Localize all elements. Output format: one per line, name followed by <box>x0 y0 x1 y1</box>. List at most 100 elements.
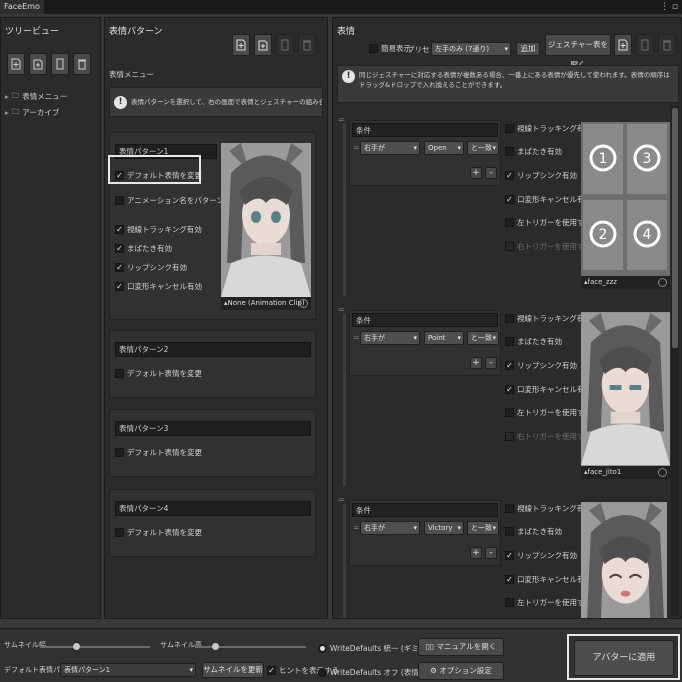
checkbox[interactable] <box>115 196 124 205</box>
radio-icon[interactable] <box>318 668 327 677</box>
add-pattern-folder-button[interactable] <box>254 34 272 56</box>
delete-expression-button[interactable] <box>658 34 676 56</box>
window-tab[interactable]: FaceEmo <box>0 0 44 14</box>
thumb-height-slider[interactable] <box>196 643 306 650</box>
checkbox[interactable] <box>115 369 124 378</box>
add-condition-button[interactable]: + <box>470 357 482 369</box>
pattern-card-3[interactable]: 表情パターン3 デフォルト表情を変更 <box>109 409 316 477</box>
checkbox[interactable]: ✓ <box>115 263 124 272</box>
row-option-blink[interactable]: まばたき有効 <box>505 336 562 347</box>
delete-pattern-button[interactable] <box>298 34 316 56</box>
pattern-card-4[interactable]: 表情パターン4 デフォルト表情を変更 <box>109 489 316 557</box>
checkbox[interactable]: ✓ <box>505 171 514 180</box>
update-thumbnail-button[interactable]: サムネイルを更新 <box>202 662 264 678</box>
hand-dropdown[interactable]: 右手が <box>360 521 420 535</box>
pattern-option-gaze[interactable]: ✓ 視線トラッキング有効 <box>115 224 202 235</box>
row-option-blink[interactable]: まばたき有効 <box>505 526 562 537</box>
row-option-mouth[interactable]: ✓ 口変形キャンセル有効 <box>505 194 592 205</box>
checkbox[interactable] <box>505 314 514 323</box>
checkbox[interactable] <box>505 337 514 346</box>
drag-handle-icon[interactable]: = <box>338 305 345 314</box>
default-expression-thumbnail[interactable]: ▴None (Animation Clip) <box>221 143 311 310</box>
checkbox[interactable] <box>505 408 514 417</box>
checkbox[interactable]: ✓ <box>505 385 514 394</box>
checkbox[interactable]: ✓ <box>505 195 514 204</box>
add-condition-button[interactable]: + <box>470 547 482 559</box>
default-expression-checkbox[interactable]: デフォルト表情を変更 <box>115 447 202 458</box>
open-manual-button[interactable]: ▯▯ マニュアルを開く <box>418 638 504 656</box>
row-option-gaze[interactable]: 視線トラッキング有効 <box>505 503 592 514</box>
checkbox[interactable]: ✓ <box>267 666 276 675</box>
drag-handle-icon[interactable]: = <box>338 115 345 124</box>
pattern-name-field[interactable]: 表情パターン4 <box>115 501 311 516</box>
row-option-left-trigger[interactable]: 左トリガーを使用する <box>505 217 592 228</box>
checkbox[interactable] <box>505 598 514 607</box>
pattern-card-2[interactable]: 表情パターン2 デフォルト表情を変更 <box>109 330 316 398</box>
checkbox[interactable]: ✓ <box>505 551 514 560</box>
simple-view-checkbox[interactable]: 簡易表示 <box>369 43 411 54</box>
default-pattern-dropdown[interactable]: 表情パターン1 <box>60 663 196 677</box>
checkbox[interactable] <box>505 504 514 513</box>
checkbox[interactable] <box>505 432 514 441</box>
pattern-name-field[interactable]: 表情パターン2 <box>115 342 311 357</box>
pattern-option-blink[interactable]: ✓ まばたき有効 <box>115 243 172 254</box>
add-menu-button[interactable] <box>7 53 25 75</box>
gesture-dropdown[interactable]: Point <box>424 331 464 345</box>
options-button[interactable]: ⚙ オプション設定 <box>418 662 504 680</box>
row-option-mouth[interactable]: ✓ 口変形キャンセル有効 <box>505 384 592 395</box>
row-option-lipsync[interactable]: ✓ リップシンク有効 <box>505 550 577 561</box>
checkbox[interactable]: ✓ <box>115 282 124 291</box>
relation-dropdown[interactable]: と一致 <box>467 141 499 155</box>
row-option-right-trigger[interactable]: 右トリガーを使用する <box>505 431 592 442</box>
apply-to-avatar-button[interactable]: アバターに適用 <box>574 640 674 676</box>
pattern-option-mouth[interactable]: ✓ 口変形キャンセル有効 <box>115 281 202 292</box>
open-gesture-table-button[interactable]: ジェスチャー表を開く <box>545 34 611 69</box>
thumbnail-clip-label[interactable]: ▴face_zzz <box>581 276 670 289</box>
checkbox[interactable] <box>115 528 124 537</box>
checkbox[interactable] <box>505 527 514 536</box>
expression-thumbnail[interactable] <box>581 502 667 618</box>
thumb-width-slider[interactable] <box>40 643 150 650</box>
hand-dropdown[interactable]: 右手が <box>360 331 420 345</box>
expression-thumbnail[interactable]: ▴face_jito1 <box>581 312 670 479</box>
row-option-gaze[interactable]: 視線トラッキング有効 <box>505 123 592 134</box>
kebab-icon[interactable]: ⋮ ▫ <box>660 0 678 14</box>
row-option-left-trigger[interactable]: 左トリガーを使用する <box>505 597 592 608</box>
slider-knob[interactable] <box>212 643 219 650</box>
row-option-right-trigger[interactable]: 右トリガーを使用する <box>505 241 592 252</box>
add-expression-button[interactable] <box>614 34 632 56</box>
checkbox[interactable]: ✓ <box>115 244 124 253</box>
checkbox[interactable] <box>505 124 514 133</box>
checkbox[interactable]: ✓ <box>505 361 514 370</box>
expression-row-1[interactable]: = 条件 = 右手が Open と一致 + - 視線トラッキング有効 まばたき有… <box>337 114 670 296</box>
checkbox[interactable]: ✓ <box>505 575 514 584</box>
remove-condition-button[interactable]: - <box>485 167 497 179</box>
drag-handle-icon[interactable]: = <box>338 495 345 504</box>
checkbox[interactable] <box>505 242 514 251</box>
object-picker-icon[interactable] <box>658 468 667 477</box>
add-folder-button[interactable] <box>29 53 47 75</box>
relation-dropdown[interactable]: と一致 <box>467 521 499 535</box>
default-expression-checkbox[interactable]: デフォルト表情を変更 <box>115 368 202 379</box>
remove-condition-button[interactable]: - <box>485 547 497 559</box>
expression-row-2[interactable]: = 条件 = 右手が Point と一致 + - 視線トラッキング有効 まばたき… <box>337 304 670 486</box>
row-option-lipsync[interactable]: ✓ リップシンク有効 <box>505 170 577 181</box>
copy-pattern-button[interactable] <box>276 34 294 56</box>
row-option-lipsync[interactable]: ✓ リップシンク有効 <box>505 360 577 371</box>
row-option-blink[interactable]: まばたき有効 <box>505 146 562 157</box>
default-expression-checkbox[interactable]: デフォルト表情を変更 <box>115 527 202 538</box>
row-option-left-trigger[interactable]: 左トリガーを使用する <box>505 407 592 418</box>
pattern-option-lipsync[interactable]: ✓ リップシンク有効 <box>115 262 187 273</box>
checkbox[interactable] <box>369 44 378 53</box>
thumbnail-clip-label[interactable]: ▴None (Animation Clip) <box>221 297 311 310</box>
thumbnail-clip-label[interactable]: ▴face_jito1 <box>581 466 670 479</box>
checkbox[interactable]: ✓ <box>115 225 124 234</box>
expression-row-3[interactable]: = 条件 = 右手が Victory と一致 + - 視線トラッキング有効 まば… <box>337 494 667 618</box>
expression-thumbnail[interactable]: 1 3 2 4 ▴face_zzz <box>581 122 670 289</box>
gesture-dropdown[interactable]: Victory <box>424 521 464 535</box>
add-pattern-button[interactable] <box>232 34 250 56</box>
add-condition-button[interactable]: + <box>470 167 482 179</box>
hand-dropdown[interactable]: 右手が <box>360 141 420 155</box>
tree-item-menu[interactable]: ▸ 🗀 表情メニュー <box>5 91 67 102</box>
row-option-mouth[interactable]: ✓ 口変形キャンセル有効 <box>505 574 592 585</box>
